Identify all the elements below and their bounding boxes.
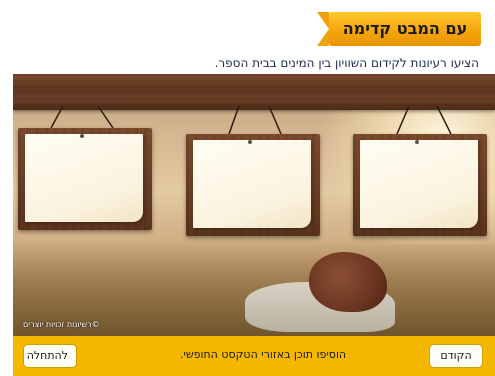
- title-banner: עם המבט קדימה: [317, 12, 481, 46]
- start-button[interactable]: להתחלה: [23, 344, 77, 368]
- pin-icon: [415, 140, 419, 144]
- note-paper-2[interactable]: [193, 140, 311, 228]
- pin-icon: [248, 140, 252, 144]
- note-board-2: [186, 134, 320, 236]
- footer-bar: להתחלה הוסיפו תוכן באזורי הטקסט החופשי. …: [13, 336, 495, 376]
- page-title: עם המבט קדימה: [342, 19, 468, 38]
- note-board-1: [18, 128, 152, 230]
- previous-button[interactable]: הקודם: [429, 344, 483, 368]
- note-board-3: [353, 134, 487, 236]
- pin-icon: [80, 134, 84, 138]
- note-paper-3[interactable]: [360, 140, 478, 228]
- instruction-text: הציעו רעיונות לקידום השוויון בין המינים …: [214, 56, 479, 70]
- status-text: הוסיפו תוכן באזורי הטקסט החופשי.: [179, 348, 347, 361]
- background-photo: ©רשיונות זכויות יוצרים: [13, 74, 495, 336]
- copyright-credit: ©רשיונות זכויות יוצרים: [23, 320, 100, 329]
- note-paper-1[interactable]: [25, 134, 143, 222]
